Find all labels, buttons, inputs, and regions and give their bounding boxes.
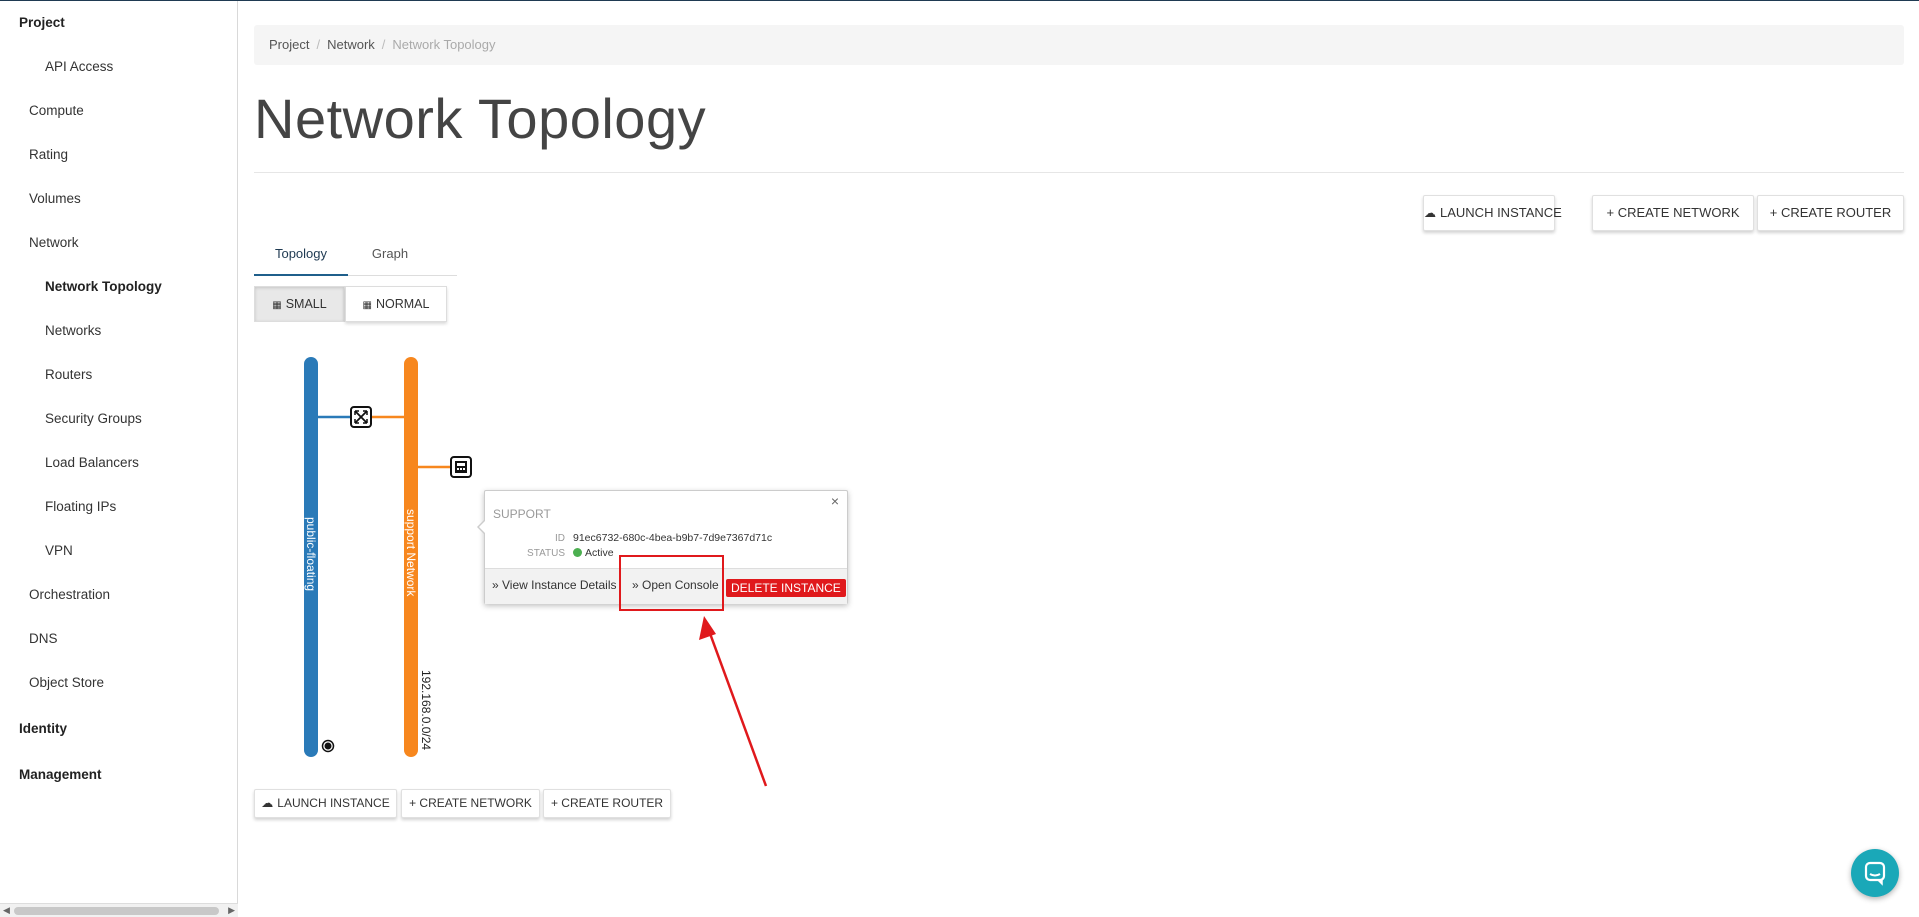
sidebar-item-object-store[interactable]: Object Store <box>0 661 238 705</box>
sidebar-item-load-balancers[interactable]: Load Balancers <box>0 441 238 485</box>
network-label-support-network: support Network <box>404 509 418 597</box>
sidebar-item-rating[interactable]: Rating <box>0 133 238 177</box>
breadcrumb: Project / Network / Network Topology <box>254 25 1904 65</box>
instance-icon[interactable] <box>450 456 472 478</box>
launch-instance-label: LAUNCH INSTANCE <box>277 796 390 810</box>
cloud-upload-icon: ☁ <box>1424 206 1436 220</box>
sidebar-item-orchestration[interactable]: Orchestration <box>0 573 238 617</box>
create-router-button-top[interactable]: + CREATE ROUTER <box>1757 195 1904 231</box>
id-label: ID <box>555 533 565 544</box>
delete-instance-button[interactable]: DELETE INSTANCE <box>726 579 846 597</box>
sidebar-item-project[interactable]: Project <box>0 1 238 45</box>
status-value: Active <box>573 547 614 559</box>
sidebar-item-api-access[interactable]: API Access <box>0 45 238 89</box>
popup-caret-inner <box>479 520 486 534</box>
normal-toggle-button[interactable]: ▦ NORMAL <box>345 286 447 322</box>
breadcrumb-network[interactable]: Network <box>327 37 375 52</box>
sidebar-item-vpn[interactable]: VPN <box>0 529 238 573</box>
scroll-left-arrow-icon[interactable]: ◀ <box>3 905 10 916</box>
sidebar-item-identity[interactable]: Identity <box>0 707 238 751</box>
create-network-button-top[interactable]: + CREATE NETWORK <box>1592 195 1754 231</box>
launch-instance-button-top[interactable]: ☁ LAUNCH INSTANCE <box>1423 195 1562 231</box>
title-divider <box>254 172 1904 173</box>
sidebar-item-network-topology[interactable]: Network Topology <box>0 265 238 309</box>
create-router-label: + CREATE ROUTER <box>1769 205 1892 220</box>
breadcrumb-project[interactable]: Project <box>269 37 309 52</box>
network-label-public-floating: public-floating <box>304 517 318 591</box>
sidebar-item-routers[interactable]: Routers <box>0 353 238 397</box>
globe-icon <box>321 739 335 753</box>
breadcrumb-separator: / <box>381 37 386 52</box>
grid-small-icon: ▦ <box>272 300 282 311</box>
breadcrumb-separator: / <box>316 37 321 52</box>
sidebar-horizontal-scrollbar[interactable]: ◀ ▶ <box>0 903 238 917</box>
sidebar-item-management[interactable]: Management <box>0 753 238 797</box>
small-label: SMALL <box>285 297 327 311</box>
launch-instance-label: LAUNCH INSTANCE <box>1440 205 1562 220</box>
sidebar: Project API Access Compute Rating Volume… <box>0 1 238 917</box>
close-icon[interactable]: × <box>831 493 839 509</box>
sidebar-item-compute[interactable]: Compute <box>0 89 238 133</box>
top-border <box>0 0 1919 1</box>
sidebar-item-networks[interactable]: Networks <box>0 309 238 353</box>
create-network-label: + CREATE NETWORK <box>409 796 532 810</box>
view-tabs: Topology Graph <box>254 236 457 276</box>
highlight-annotation-box <box>619 555 724 611</box>
sidebar-item-security-groups[interactable]: Security Groups <box>0 397 238 441</box>
page-title: Network Topology <box>254 87 707 150</box>
router-icon[interactable] <box>350 406 372 428</box>
sidebar-item-floating-ips[interactable]: Floating IPs <box>0 485 238 529</box>
tab-graph[interactable]: Graph <box>350 236 430 276</box>
create-network-button-bottom[interactable]: + CREATE NETWORK <box>401 789 540 818</box>
popup-title: SUPPORT <box>493 507 551 521</box>
launch-instance-button-bottom[interactable]: ☁ LAUNCH INSTANCE <box>254 789 397 818</box>
create-router-button-bottom[interactable]: + CREATE ROUTER <box>543 789 671 818</box>
status-text: Active <box>585 547 614 559</box>
scrollbar-thumb[interactable] <box>14 907 219 915</box>
status-dot-icon <box>573 548 582 557</box>
grid-normal-icon: ▦ <box>362 300 372 311</box>
create-router-label: + CREATE ROUTER <box>550 796 664 810</box>
small-toggle-button[interactable]: ▦ SMALL <box>254 286 345 322</box>
breadcrumb-current: Network Topology <box>392 37 496 52</box>
network-cidr-label: 192.168.0.0/24 <box>419 670 433 750</box>
chat-button[interactable] <box>1851 849 1899 897</box>
normal-label: NORMAL <box>375 297 430 311</box>
id-value: 91ec6732-680c-4bea-b9b7-7d9e7367d71c <box>573 532 773 544</box>
topology-diagram: public-floating support Network 192.168.… <box>304 357 472 757</box>
scroll-right-arrow-icon[interactable]: ▶ <box>228 905 235 916</box>
status-label: STATUS <box>527 548 565 559</box>
sidebar-item-dns[interactable]: DNS <box>0 617 238 661</box>
cloud-upload-icon: ☁ <box>261 796 274 810</box>
tab-topology[interactable]: Topology <box>254 236 348 276</box>
chat-bubble-icon <box>1864 861 1886 886</box>
create-network-label: + CREATE NETWORK <box>1606 205 1740 220</box>
sidebar-item-network[interactable]: Network <box>0 221 238 265</box>
sidebar-item-volumes[interactable]: Volumes <box>0 177 238 221</box>
view-instance-details-link[interactable]: » View Instance Details <box>492 578 617 592</box>
annotation-arrow-icon <box>699 616 768 787</box>
